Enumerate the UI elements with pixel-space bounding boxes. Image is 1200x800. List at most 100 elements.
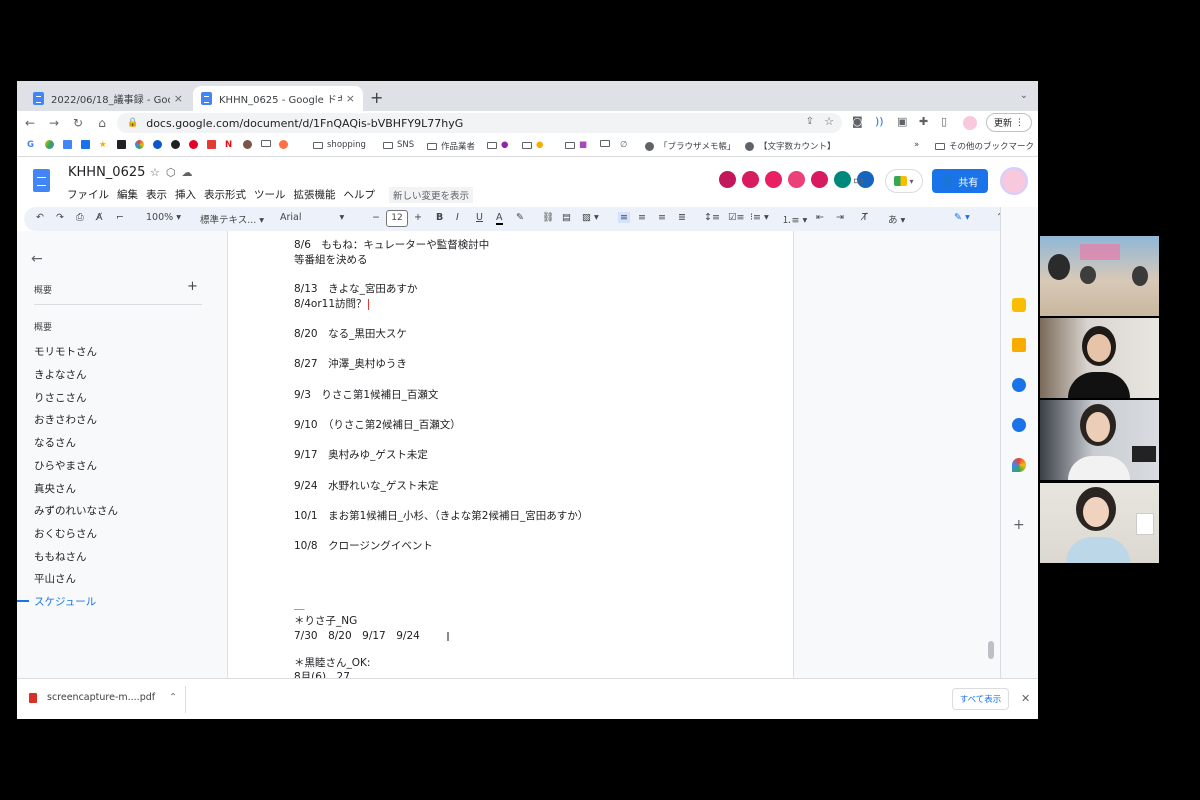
bookmark-icon[interactable] bbox=[171, 140, 180, 149]
meet-button[interactable]: ▾ bbox=[885, 169, 923, 193]
avatar[interactable] bbox=[809, 169, 830, 190]
undo-icon[interactable]: ↶ bbox=[36, 212, 44, 223]
share-page-icon[interactable]: ⇪ bbox=[806, 116, 814, 127]
extension-icon[interactable]: ▣ bbox=[897, 115, 907, 128]
notion-bookmark-icon[interactable] bbox=[117, 140, 126, 149]
maps-icon[interactable] bbox=[1012, 458, 1026, 472]
close-icon[interactable]: × bbox=[346, 92, 355, 105]
folder-icon[interactable]: ● bbox=[522, 140, 543, 150]
image-icon[interactable]: ▨ ▾ bbox=[582, 212, 599, 223]
style-select[interactable]: 標準テキス... ▾ bbox=[200, 212, 264, 226]
docs-bookmark-icon[interactable] bbox=[63, 140, 72, 149]
spellcheck-icon[interactable]: A̸ bbox=[96, 212, 103, 223]
bookmark-folder-artwork[interactable]: 作品業者 bbox=[427, 140, 475, 152]
sidebar-icon[interactable]: ▯ bbox=[941, 115, 947, 128]
folder-icon[interactable] bbox=[261, 140, 275, 147]
folder-icon[interactable] bbox=[600, 140, 614, 147]
netflix-bookmark-icon[interactable]: N bbox=[225, 140, 232, 150]
pinterest-bookmark-icon[interactable] bbox=[189, 140, 198, 149]
translate-bookmark-icon[interactable] bbox=[81, 140, 90, 149]
document-title[interactable]: KHHN_0625 bbox=[68, 165, 145, 180]
close-icon[interactable]: × bbox=[174, 92, 183, 105]
print-icon[interactable]: ⎙ bbox=[76, 212, 84, 223]
align-right-icon[interactable]: ≡ bbox=[658, 212, 666, 223]
outline-item[interactable]: りさこさん bbox=[34, 390, 87, 405]
star-bookmark-icon[interactable]: ★ bbox=[99, 140, 107, 150]
audio-icon[interactable]: )) bbox=[875, 115, 884, 128]
download-item[interactable]: screencapture-m....pdf ⌃ bbox=[29, 692, 177, 703]
outline-item[interactable]: 平山さん bbox=[34, 571, 76, 586]
menu-format[interactable]: 表示形式 bbox=[204, 187, 246, 203]
avatar[interactable] bbox=[832, 169, 853, 190]
avatar[interactable] bbox=[740, 169, 761, 190]
zoom-select[interactable]: 100% ▾ bbox=[146, 212, 181, 223]
bookmark-icon[interactable] bbox=[243, 140, 252, 149]
close-icon[interactable]: ✕ bbox=[1021, 692, 1030, 705]
avatar[interactable] bbox=[763, 169, 784, 190]
show-changes-button[interactable]: 新しい変更を表示 bbox=[389, 187, 474, 203]
tasks-icon[interactable] bbox=[1012, 378, 1026, 392]
contacts-icon[interactable] bbox=[1012, 418, 1026, 432]
update-button[interactable]: 更新 ⋮ bbox=[986, 113, 1032, 132]
text-color-button[interactable]: A bbox=[496, 212, 503, 225]
font-size-input[interactable]: 12 bbox=[386, 210, 408, 227]
forward-icon[interactable]: → bbox=[43, 116, 65, 130]
avatar[interactable] bbox=[717, 169, 738, 190]
photos-bookmark-icon[interactable] bbox=[135, 140, 144, 149]
bookmark-browser-memo[interactable]: 「ブラウザメモ帳」 bbox=[645, 140, 736, 152]
menu-extensions[interactable]: 拡張機能 bbox=[294, 187, 336, 203]
docs-logo-icon[interactable] bbox=[33, 169, 50, 192]
chevron-up-icon[interactable]: ⌃ bbox=[169, 692, 177, 703]
outline-item[interactable]: モリモトさん bbox=[34, 344, 97, 359]
address-bar[interactable]: 🔒 docs.google.com/document/d/1FnQAQis-bV… bbox=[117, 113, 842, 133]
star-icon[interactable]: ☆ bbox=[150, 166, 166, 179]
menu-tools[interactable]: ツール bbox=[254, 187, 286, 203]
home-icon[interactable]: ⌂ bbox=[91, 116, 113, 130]
outline-item[interactable]: みずのれいなさん bbox=[34, 503, 118, 518]
chevron-down-icon[interactable]: ⌄ bbox=[1020, 90, 1028, 101]
document-page[interactable]: 8/6 ももね：キュレーターや監督検討中 等番組を決める 8/13 きよな_宮田… bbox=[228, 231, 793, 678]
paint-format-icon[interactable]: ⌐ bbox=[116, 212, 124, 223]
tab-khhn[interactable]: KHHN_0625 - Google ドキュメ × bbox=[193, 86, 363, 111]
tab-minutes[interactable]: 2022/06/18_議事録 - Google ド × bbox=[25, 86, 191, 111]
menu-file[interactable]: ファイル bbox=[67, 187, 109, 203]
outline-item[interactable]: おきさわさん bbox=[34, 412, 97, 427]
comment-icon[interactable]: ▤ bbox=[562, 212, 571, 223]
menu-edit[interactable]: 編集 bbox=[117, 187, 138, 203]
bullet-list-icon[interactable]: ⁝≡ ▾ bbox=[750, 212, 769, 223]
font-size-increase[interactable]: + bbox=[414, 212, 422, 223]
bookmark-char-count[interactable]: 【文字数カウント】 bbox=[745, 140, 836, 152]
line-spacing-icon[interactable]: ↕≡ bbox=[704, 212, 720, 223]
font-size-decrease[interactable]: − bbox=[372, 212, 380, 223]
outline-item[interactable]: ひらやまさん bbox=[34, 458, 97, 473]
account-avatar[interactable] bbox=[1000, 167, 1028, 195]
bookmarks-more[interactable]: » bbox=[914, 140, 919, 150]
bookmark-icon[interactable] bbox=[153, 140, 162, 149]
underline-button[interactable]: U bbox=[476, 212, 483, 223]
bookmark-folder-sns[interactable]: SNS bbox=[383, 140, 414, 150]
star-icon[interactable]: ☆ bbox=[824, 115, 834, 128]
numbered-list-icon[interactable]: ⒈≡ ▾ bbox=[782, 212, 807, 226]
menu-view[interactable]: 表示 bbox=[146, 187, 167, 203]
outline-item[interactable]: なるさん bbox=[34, 435, 76, 450]
menu-help[interactable]: ヘルプ bbox=[344, 187, 376, 203]
avatar[interactable] bbox=[786, 169, 807, 190]
camera-icon[interactable]: ◙ bbox=[852, 115, 863, 128]
editing-mode-icon[interactable]: ✎ ▾ bbox=[954, 212, 970, 223]
folder-icon[interactable]: ■ bbox=[565, 140, 587, 150]
bold-button[interactable]: B bbox=[436, 212, 443, 223]
justify-icon[interactable]: ≣ bbox=[678, 212, 686, 223]
outline-item-active[interactable]: スケジュール bbox=[34, 594, 96, 609]
new-tab-button[interactable]: + bbox=[370, 88, 383, 107]
clear-formatting-icon[interactable]: T̸ bbox=[862, 212, 868, 223]
link-icon[interactable]: ∅ bbox=[620, 140, 627, 150]
folder-icon[interactable]: ● bbox=[487, 140, 508, 150]
bookmark-folder-shopping[interactable]: shopping bbox=[313, 140, 366, 150]
checklist-icon[interactable]: ☑≡ bbox=[728, 212, 744, 223]
outline-item[interactable]: きよなさん bbox=[34, 367, 87, 382]
menu-insert[interactable]: 挿入 bbox=[175, 187, 196, 203]
move-icon[interactable]: ⬡ bbox=[166, 166, 182, 179]
decrease-indent-icon[interactable]: ⇤ bbox=[816, 212, 824, 223]
puzzle-icon[interactable]: ✚ bbox=[919, 115, 928, 128]
share-button[interactable]: 👤 共有 bbox=[932, 169, 988, 193]
